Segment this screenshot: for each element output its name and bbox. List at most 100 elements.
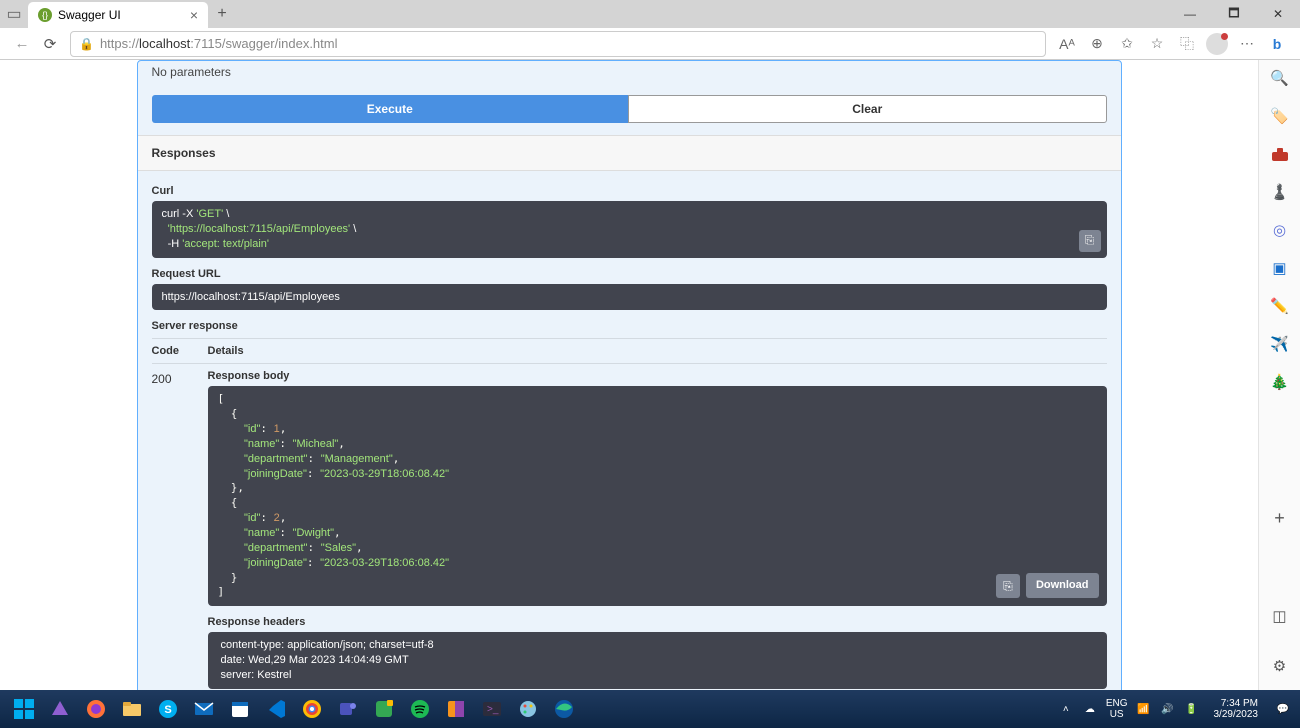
taskbar-skype-icon[interactable]: S bbox=[152, 693, 184, 725]
tab-close-icon[interactable]: × bbox=[190, 7, 198, 23]
tray-onedrive-icon[interactable]: ☁ bbox=[1082, 701, 1098, 717]
refresh-button[interactable]: ⟳ bbox=[36, 30, 64, 58]
sidebar-add-icon[interactable]: + bbox=[1270, 508, 1290, 528]
taskbar-app-icon[interactable] bbox=[368, 693, 400, 725]
response-code: 200 bbox=[152, 364, 208, 688]
minimize-button[interactable]: — bbox=[1168, 0, 1212, 28]
tab-strip: ▭ {} Swagger UI × + bbox=[0, 0, 236, 28]
tray-lang2[interactable]: US bbox=[1106, 709, 1128, 720]
taskbar-edge-icon[interactable] bbox=[548, 693, 580, 725]
sidebar-office-icon[interactable]: ◎ bbox=[1270, 220, 1290, 240]
execute-button[interactable]: Execute bbox=[152, 95, 629, 123]
sidebar-split-icon[interactable]: ◫ bbox=[1270, 606, 1290, 626]
code-header: Code bbox=[152, 339, 208, 364]
response-table: Code Details 200 Response body [ { "id":… bbox=[152, 338, 1107, 688]
curl-code-block: curl -X 'GET' \ 'https://localhost:7115/… bbox=[152, 201, 1107, 258]
read-aloud-icon[interactable]: Aᴬ bbox=[1052, 30, 1082, 58]
start-button[interactable] bbox=[8, 693, 40, 725]
clear-button[interactable]: Clear bbox=[628, 95, 1107, 123]
action-buttons: Execute Clear bbox=[152, 95, 1107, 123]
svg-text:S: S bbox=[164, 704, 171, 716]
tray-date: 3/29/2023 bbox=[1214, 709, 1259, 721]
request-url-label: Request URL bbox=[152, 268, 1107, 280]
browser-titlebar: ▭ {} Swagger UI × + — 🗖 ✕ bbox=[0, 0, 1300, 28]
tray-chevron-icon[interactable]: ˄ bbox=[1058, 701, 1074, 717]
server-response-label: Server response bbox=[152, 320, 1107, 332]
taskbar-explorer-icon[interactable] bbox=[116, 693, 148, 725]
url-port: :7115 bbox=[190, 36, 222, 51]
tab-title: Swagger UI bbox=[58, 8, 121, 22]
swagger-container: No parameters Execute Clear Responses Cu… bbox=[137, 60, 1122, 690]
responses-header: Responses bbox=[138, 135, 1121, 171]
zoom-icon[interactable]: ⊕ bbox=[1082, 30, 1112, 58]
sidebar-outlook-icon[interactable]: ▣ bbox=[1270, 258, 1290, 278]
new-tab-button[interactable]: + bbox=[208, 5, 236, 23]
response-body-block: [ { "id": 1, "name": "Micheal", "departm… bbox=[208, 386, 1107, 606]
lock-icon: 🔒 bbox=[79, 37, 94, 51]
tray-network-icon[interactable]: 📶 bbox=[1136, 701, 1152, 717]
back-button[interactable]: ← bbox=[8, 30, 36, 58]
url-scheme: https:// bbox=[100, 36, 139, 51]
tray-lang1[interactable]: ENG bbox=[1106, 698, 1128, 709]
request-url-block: https://localhost:7115/api/Employees bbox=[152, 284, 1107, 311]
swagger-favicon-icon: {} bbox=[38, 8, 52, 22]
sidebar-app3-icon[interactable]: 🎄 bbox=[1270, 372, 1290, 392]
page-viewport: No parameters Execute Clear Responses Cu… bbox=[0, 60, 1258, 690]
maximize-button[interactable]: 🗖 bbox=[1212, 0, 1256, 28]
window-controls: — 🗖 ✕ bbox=[1168, 0, 1300, 28]
download-button[interactable]: Download bbox=[1026, 573, 1099, 598]
taskbar-spotify-icon[interactable] bbox=[404, 693, 436, 725]
taskbar-vs-icon[interactable] bbox=[44, 693, 76, 725]
system-tray[interactable]: ˄ ☁ ENG US 📶 🔊 🔋 7:34 PM 3/29/2023 💬 bbox=[1058, 693, 1294, 725]
taskbar[interactable]: S >_ ˄ ☁ ENG US 📶 🔊 🔋 7:34 PM 3/29/2023 … bbox=[0, 690, 1300, 728]
taskbar-paint-icon[interactable] bbox=[512, 693, 544, 725]
svg-text:>_: >_ bbox=[487, 704, 499, 715]
taskbar-firefox-icon[interactable] bbox=[80, 693, 112, 725]
response-headers-block: content-type: application/json; charset=… bbox=[208, 632, 1107, 689]
url-host: localhost bbox=[139, 36, 190, 51]
close-window-button[interactable]: ✕ bbox=[1256, 0, 1300, 28]
edge-sidebar: 🔍 🏷️ ♟️ ◎ ▣ ✏️ ✈️ 🎄 + ◫ ⚙ bbox=[1258, 60, 1300, 690]
response-headers-label: Response headers bbox=[208, 616, 1107, 628]
more-menu-icon[interactable]: ⋯ bbox=[1232, 30, 1262, 58]
favorite-icon[interactable]: ✩ bbox=[1112, 30, 1142, 58]
tray-battery-icon[interactable]: 🔋 bbox=[1184, 701, 1200, 717]
tab-actions-icon[interactable]: ▭ bbox=[0, 0, 28, 28]
sidebar-shopping-icon[interactable]: 🏷️ bbox=[1270, 106, 1290, 126]
taskbar-terminal-icon[interactable]: >_ bbox=[476, 693, 508, 725]
no-parameters-text: No parameters bbox=[152, 61, 1107, 95]
profile-button[interactable] bbox=[1202, 30, 1232, 58]
profile-avatar-icon bbox=[1206, 33, 1228, 55]
taskbar-teams-icon[interactable] bbox=[332, 693, 364, 725]
tray-notifications-icon[interactable]: 💬 bbox=[1272, 693, 1294, 725]
taskbar-mail-icon[interactable] bbox=[188, 693, 220, 725]
operation-block: No parameters Execute Clear Responses Cu… bbox=[137, 60, 1122, 690]
sidebar-settings-icon[interactable]: ⚙ bbox=[1270, 656, 1290, 676]
taskbar-vscode-icon[interactable] bbox=[260, 693, 292, 725]
response-copy-icon[interactable]: ⎘ bbox=[996, 574, 1020, 598]
response-body-label: Response body bbox=[208, 370, 1107, 382]
sidebar-games-icon[interactable]: ♟️ bbox=[1270, 182, 1290, 202]
browser-tab[interactable]: {} Swagger UI × bbox=[28, 2, 208, 28]
taskbar-app2-icon[interactable] bbox=[440, 693, 472, 725]
curl-label: Curl bbox=[152, 185, 1107, 197]
sidebar-search-icon[interactable]: 🔍 bbox=[1270, 68, 1290, 88]
url-path: /swagger/index.html bbox=[222, 36, 338, 51]
favorites-bar-icon[interactable]: ☆ bbox=[1142, 30, 1172, 58]
tray-time: 7:34 PM bbox=[1214, 698, 1259, 710]
tray-volume-icon[interactable]: 🔊 bbox=[1160, 701, 1176, 717]
sidebar-app2-icon[interactable]: ✈️ bbox=[1270, 334, 1290, 354]
url-input[interactable]: 🔒 https://localhost:7115/swagger/index.h… bbox=[70, 31, 1046, 57]
tray-clock[interactable]: 7:34 PM 3/29/2023 bbox=[1208, 698, 1265, 721]
sidebar-tools-icon[interactable] bbox=[1270, 144, 1290, 164]
curl-copy-icon[interactable]: ⎘ bbox=[1079, 230, 1101, 252]
collections-icon[interactable]: ⿻ bbox=[1172, 30, 1202, 58]
details-header: Details bbox=[208, 339, 1107, 364]
address-bar: ← ⟳ 🔒 https://localhost:7115/swagger/ind… bbox=[0, 28, 1300, 60]
sidebar-app1-icon[interactable]: ✏️ bbox=[1270, 296, 1290, 316]
response-body-actions: ⎘ Download bbox=[996, 573, 1099, 598]
scroll-area[interactable]: No parameters Execute Clear Responses Cu… bbox=[0, 60, 1258, 690]
bing-chat-icon[interactable]: b bbox=[1262, 30, 1292, 58]
taskbar-chrome-icon[interactable] bbox=[296, 693, 328, 725]
taskbar-calendar-icon[interactable] bbox=[224, 693, 256, 725]
